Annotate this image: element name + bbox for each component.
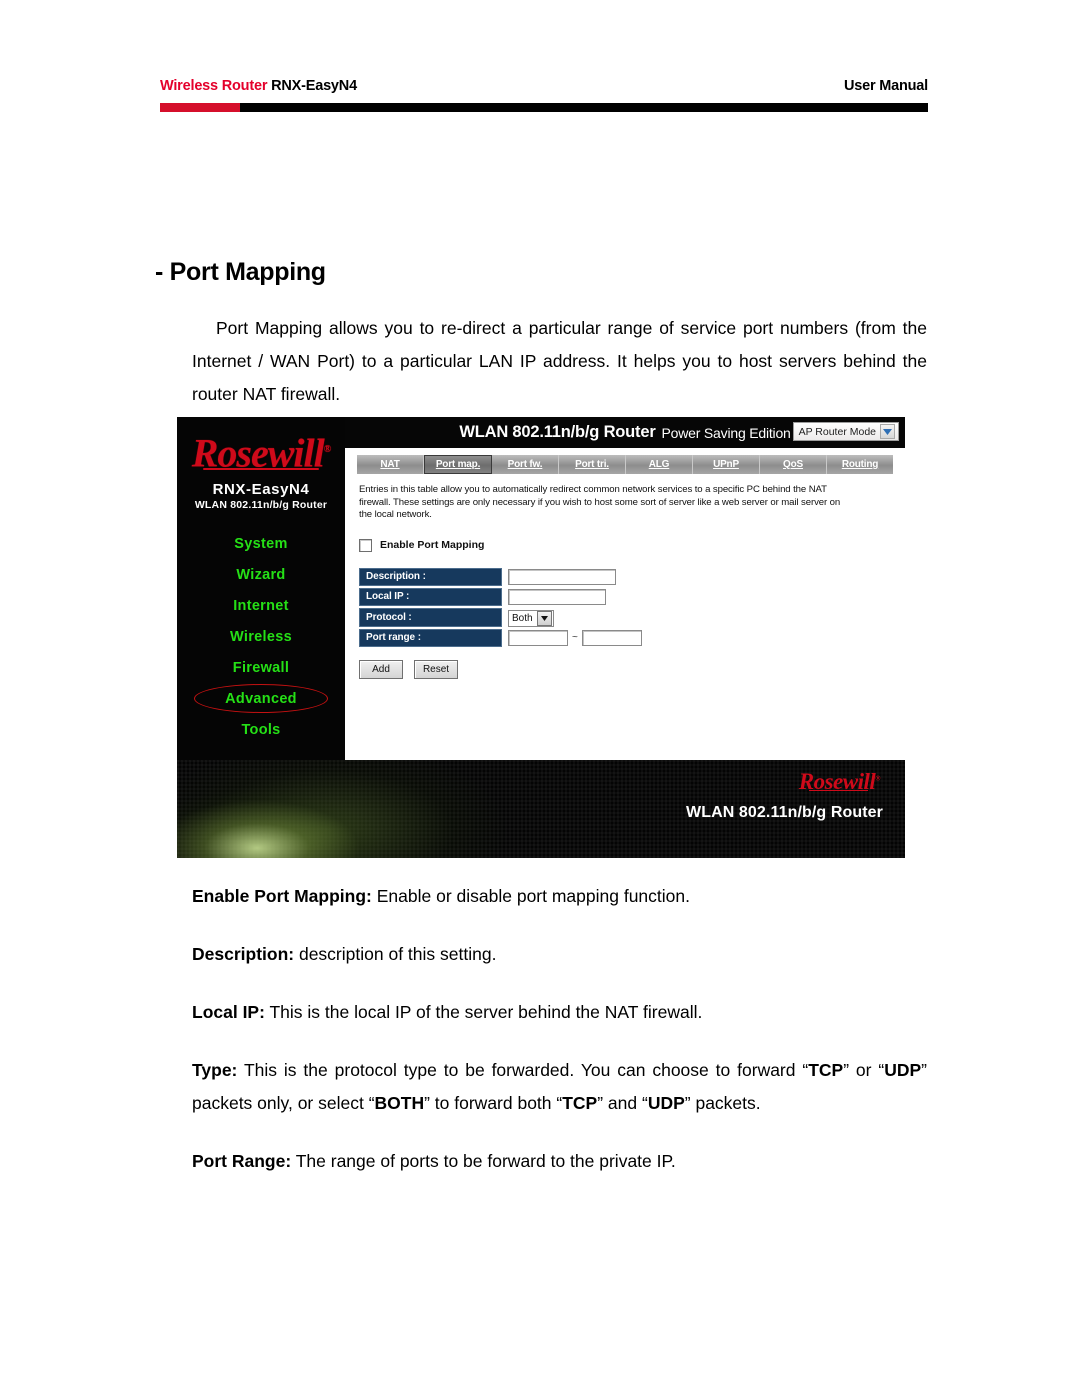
- port-mapping-description: Entries in this table allow you to autom…: [359, 484, 841, 521]
- form-row-protocol: Protocol : Both: [359, 607, 642, 627]
- enable-port-mapping-row[interactable]: Enable Port Mapping: [359, 538, 893, 552]
- sidebar-item-internet[interactable]: Internet: [177, 590, 345, 621]
- router-topbar-title: WLAN 802.11n/b/g Router: [459, 423, 656, 441]
- description-input[interactable]: [508, 568, 616, 585]
- rosewill-banner-logo-text: Rosewill: [798, 769, 876, 794]
- mode-select-value: AP Router Mode: [798, 425, 876, 438]
- reset-button[interactable]: Reset: [414, 659, 458, 679]
- desc-item-type: Type: This is the protocol type to be fo…: [192, 1054, 927, 1120]
- description-list: Enable Port Mapping: Enable or disable p…: [192, 880, 927, 1203]
- add-button[interactable]: Add: [359, 659, 403, 679]
- desc-term-enable-port-mapping: Enable Port Mapping:: [192, 886, 372, 906]
- router-tab-bar: NAT Port map. Port fw. Port tri. ALG UPn…: [357, 455, 893, 474]
- sidebar-item-tools[interactable]: Tools: [177, 714, 345, 745]
- header-brand: Wireless Router: [160, 78, 268, 94]
- router-topbar-subtitle: Power Saving Edition: [661, 424, 791, 441]
- registered-mark-icon: ®: [323, 444, 332, 455]
- port-range-separator: ~: [572, 632, 578, 644]
- field-protocol: Both: [502, 608, 642, 627]
- header-divider-red: [160, 103, 240, 112]
- desc-item-port-range: Port Range: The range of ports to be for…: [192, 1145, 927, 1178]
- tab-port-fw[interactable]: Port fw.: [492, 455, 559, 474]
- header-doc-type: User Manual: [843, 78, 928, 94]
- page-title: - Port Mapping: [155, 258, 326, 286]
- port-mapping-form: Description : Local IP : Protocol : Both…: [359, 566, 642, 649]
- desc-text-local-ip: This is the local IP of the server behin…: [264, 1002, 703, 1022]
- enable-port-mapping-label: Enable Port Mapping: [380, 539, 485, 552]
- desc-item-enable-port-mapping: Enable Port Mapping: Enable or disable p…: [192, 880, 927, 913]
- tab-nat[interactable]: NAT: [357, 455, 424, 474]
- desc-text-description: description of this setting.: [294, 944, 497, 964]
- sidebar-item-wireless[interactable]: Wireless: [177, 621, 345, 652]
- form-buttons: Add Reset: [359, 659, 893, 679]
- protocol-select-value: Both: [512, 612, 533, 624]
- sidebar-item-wizard[interactable]: Wizard: [177, 559, 345, 590]
- intro-paragraph: Port Mapping allows you to re-direct a p…: [192, 318, 927, 404]
- router-ui-screenshot: Rosewill® RNX-EasyN4 WLAN 802.11n/b/g Ro…: [177, 417, 905, 858]
- desc-text-enable-port-mapping: Enable or disable port mapping function.: [371, 886, 690, 906]
- tab-port-tri[interactable]: Port tri.: [559, 455, 626, 474]
- label-port-range: Port range :: [359, 628, 502, 647]
- tab-qos[interactable]: QoS: [760, 455, 827, 474]
- tab-alg[interactable]: ALG: [626, 455, 693, 474]
- registered-mark-icon: ®: [875, 774, 880, 783]
- header-left: Wireless Router RNX-EasyN4: [160, 78, 357, 94]
- protocol-select[interactable]: Both: [508, 609, 554, 627]
- desc-text-port-range: The range of ports to be forward to the …: [291, 1151, 676, 1171]
- sidebar-model: RNX-EasyN4: [212, 481, 310, 499]
- header-model: RNX-EasyN4: [267, 78, 357, 94]
- tab-upnp[interactable]: UPnP: [693, 455, 760, 474]
- desc-text-type: This is the protocol type to be forwarde…: [192, 1060, 927, 1113]
- form-row-description: Description :: [359, 567, 642, 586]
- page-header: Wireless Router RNX-EasyN4 User Manual: [160, 78, 928, 112]
- sidebar-item-firewall[interactable]: Firewall: [177, 652, 345, 683]
- sidebar-submodel: WLAN 802.11n/b/g Router: [194, 499, 328, 512]
- router-banner-text: WLAN 802.11n/b/g Router: [686, 804, 883, 821]
- rosewill-logo: Rosewill®: [177, 426, 345, 477]
- label-local-ip: Local IP :: [359, 587, 502, 606]
- sidebar-menu: System Wizard Internet Wireless Firewall…: [177, 528, 345, 745]
- desc-term-local-ip: Local IP:: [192, 1002, 265, 1022]
- page-header-row: Wireless Router RNX-EasyN4 User Manual: [160, 78, 928, 94]
- field-local-ip: [502, 588, 642, 606]
- desc-term-type: Type:: [192, 1060, 238, 1080]
- local-ip-input[interactable]: [508, 588, 606, 605]
- enable-port-mapping-checkbox[interactable]: [359, 538, 372, 552]
- port-range-end-input[interactable]: [581, 629, 642, 646]
- form-row-local-ip: Local IP :: [359, 587, 642, 606]
- sidebar-item-advanced[interactable]: Advanced: [177, 683, 345, 714]
- label-protocol: Protocol :: [359, 607, 502, 627]
- desc-item-local-ip: Local IP: This is the local IP of the se…: [192, 996, 927, 1029]
- label-description: Description :: [359, 567, 502, 586]
- mode-select[interactable]: AP Router Mode: [792, 422, 899, 441]
- router-footer-banner: Rosewill® WLAN 802.11n/b/g Router: [177, 760, 905, 858]
- router-topbar: WLAN 802.11n/b/g Router Power Saving Edi…: [345, 417, 905, 448]
- tab-routing[interactable]: Routing: [827, 455, 893, 474]
- router-body: Entries in this table allow you to autom…: [345, 474, 905, 679]
- field-port-range: ~: [502, 629, 642, 647]
- field-description: [502, 568, 642, 586]
- form-row-port-range: Port range : ~: [359, 628, 642, 647]
- chevron-down-icon: [536, 610, 552, 626]
- header-divider: [160, 103, 928, 112]
- desc-term-description: Description:: [192, 944, 295, 964]
- rosewill-logo-text: Rosewill: [191, 430, 325, 476]
- port-range-start-input[interactable]: [508, 629, 568, 646]
- tab-port-map[interactable]: Port map.: [424, 455, 492, 474]
- chevron-down-icon: [880, 424, 895, 439]
- rosewill-banner-logo: Rosewill®: [798, 769, 881, 795]
- desc-term-port-range: Port Range:: [192, 1151, 292, 1171]
- router-content-panel: NAT Port map. Port fw. Port tri. ALG UPn…: [345, 448, 905, 760]
- header-divider-black: [240, 103, 928, 112]
- router-sidebar: Rosewill® RNX-EasyN4 WLAN 802.11n/b/g Ro…: [177, 417, 345, 760]
- sidebar-item-system[interactable]: System: [177, 528, 345, 559]
- desc-item-description: Description: description of this setting…: [192, 938, 927, 971]
